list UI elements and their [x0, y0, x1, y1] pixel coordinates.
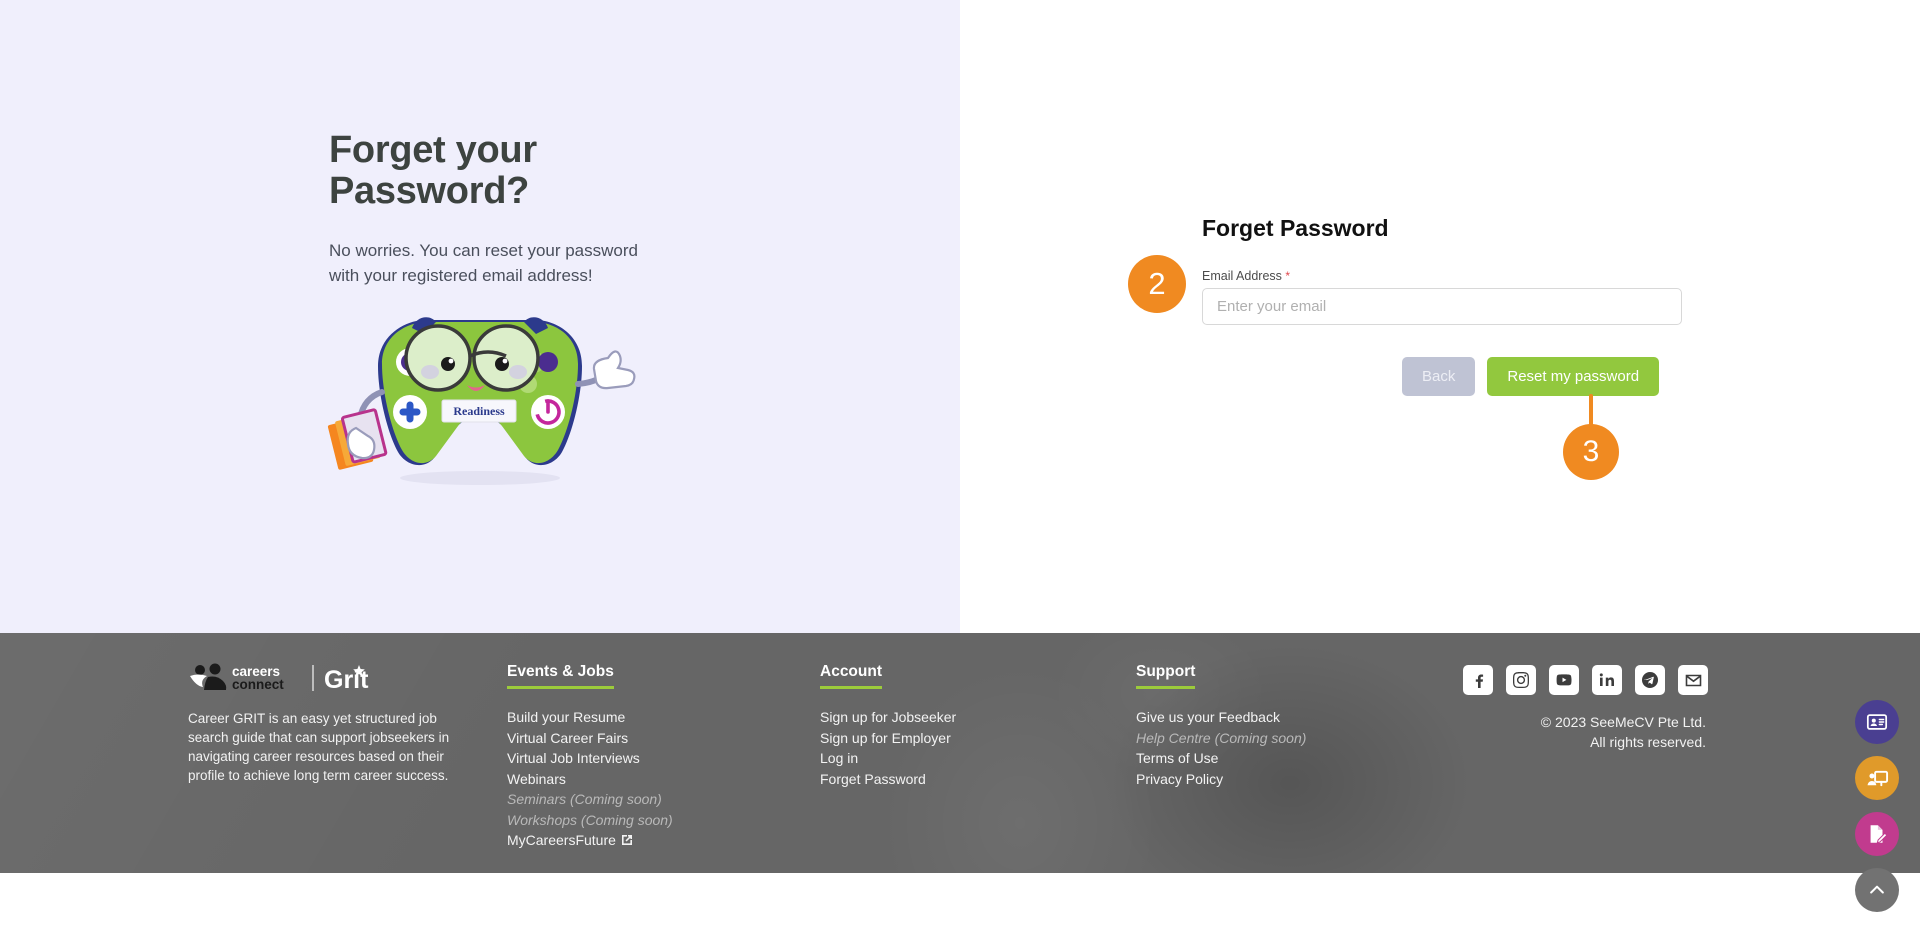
footer-links-account: Sign up for Jobseeker Sign up for Employ…: [820, 707, 956, 789]
footer-link-virtual-job-interviews[interactable]: Virtual Job Interviews: [507, 748, 673, 769]
copyright-line-1: © 2023 SeeMeCV Pte Ltd.: [1540, 714, 1706, 730]
email-label-text: Email Address: [1202, 269, 1282, 283]
footer-link-mycareersfuture-label: MyCareersFuture: [507, 832, 616, 848]
id-card-icon[interactable]: [1855, 700, 1899, 744]
footer-link-seminars: Seminars (Coming soon): [507, 791, 662, 807]
step-badge-2: 2: [1128, 255, 1186, 313]
footer-social-links: [1463, 665, 1708, 695]
step-badge-3: 3: [1563, 424, 1619, 480]
svg-text:connect: connect: [232, 677, 284, 692]
telegram-icon[interactable]: [1635, 665, 1665, 695]
top-area: Forget your Password? No worries. You ca…: [0, 0, 1920, 633]
footer-links-support: Give us your Feedback Help Centre (Comin…: [1136, 707, 1306, 789]
forget-password-form: Forget Password Email Address *: [1202, 215, 1682, 325]
footer-link-workshops: Workshops (Coming soon): [507, 811, 673, 828]
linkedin-icon[interactable]: [1592, 665, 1622, 695]
footer-link-signup-employer[interactable]: Sign up for Employer: [820, 728, 956, 749]
page-title: Forget your Password?: [329, 129, 537, 212]
controller-mascot-illustration: Readiness: [320, 300, 640, 490]
careers-connect-logo: careers connect Grit: [190, 663, 369, 693]
footer-link-forget-password[interactable]: Forget Password: [820, 769, 956, 790]
footer-logos: careers connect Grit: [188, 663, 488, 693]
form-actions: Back Reset my password: [1402, 357, 1660, 396]
footer-brand-column: careers connect Grit Career GRIT is an e…: [188, 663, 488, 785]
footer-link-terms[interactable]: Terms of Use: [1136, 748, 1306, 769]
youtube-icon[interactable]: [1549, 665, 1579, 695]
footer-links-events: Build your Resume Virtual Career Fairs V…: [507, 707, 673, 851]
form-title: Forget Password: [1202, 215, 1389, 241]
footer-link-privacy[interactable]: Privacy Policy: [1136, 769, 1306, 790]
instagram-icon[interactable]: [1506, 665, 1536, 695]
footer-heading-account: Account: [820, 663, 882, 689]
footer-link-build-resume[interactable]: Build your Resume: [507, 707, 673, 728]
footer-link-signup-jobseeker[interactable]: Sign up for Jobseeker: [820, 707, 956, 728]
footer-link-login[interactable]: Log in: [820, 748, 956, 769]
footer-column-account: Account Sign up for Jobseeker Sign up fo…: [820, 663, 956, 789]
scroll-to-top-icon[interactable]: [1855, 868, 1899, 912]
email-input[interactable]: [1202, 288, 1682, 325]
footer-link-virtual-career-fairs[interactable]: Virtual Career Fairs: [507, 728, 673, 749]
email-field-label: Email Address *: [1202, 269, 1682, 283]
footer-brand-description: Career GRIT is an easy yet structured jo…: [188, 711, 450, 783]
footer-heading-events: Events & Jobs: [507, 663, 614, 689]
presentation-icon[interactable]: [1855, 756, 1899, 800]
email-icon[interactable]: [1678, 665, 1708, 695]
footer-link-mycareersfuture[interactable]: MyCareersFuture: [507, 830, 673, 851]
hero-text-block: Forget your Password? No worries. You ca…: [329, 130, 689, 288]
footer-link-help-centre: Help Centre (Coming soon): [1136, 729, 1307, 746]
footer-column-events: Events & Jobs Build your Resume Virtual …: [507, 663, 673, 851]
footer-heading-support: Support: [1136, 663, 1196, 689]
footer-link-feedback[interactable]: Give us your Feedback: [1136, 707, 1306, 728]
left-hero-panel: Forget your Password? No worries. You ca…: [0, 0, 960, 633]
footer-column-support: Support Give us your Feedback Help Centr…: [1136, 663, 1306, 789]
reset-password-button[interactable]: Reset my password: [1487, 357, 1660, 396]
back-button[interactable]: Back: [1402, 357, 1476, 396]
floating-action-stack: [1855, 700, 1907, 924]
facebook-icon[interactable]: [1463, 665, 1493, 695]
readiness-label: Readiness: [453, 404, 505, 418]
external-link-icon: [621, 835, 632, 846]
footer-copyright: © 2023 SeeMeCV Pte Ltd. All rights reser…: [1400, 712, 1706, 752]
page-root: Forget your Password? No worries. You ca…: [0, 0, 1920, 929]
page-subtitle: No worries. You can reset your password …: [329, 241, 638, 285]
copyright-line-2: All rights reserved.: [1590, 734, 1706, 750]
required-asterisk: *: [1285, 269, 1291, 283]
edit-document-icon[interactable]: [1855, 812, 1899, 856]
footer-link-webinars[interactable]: Webinars: [507, 769, 673, 790]
